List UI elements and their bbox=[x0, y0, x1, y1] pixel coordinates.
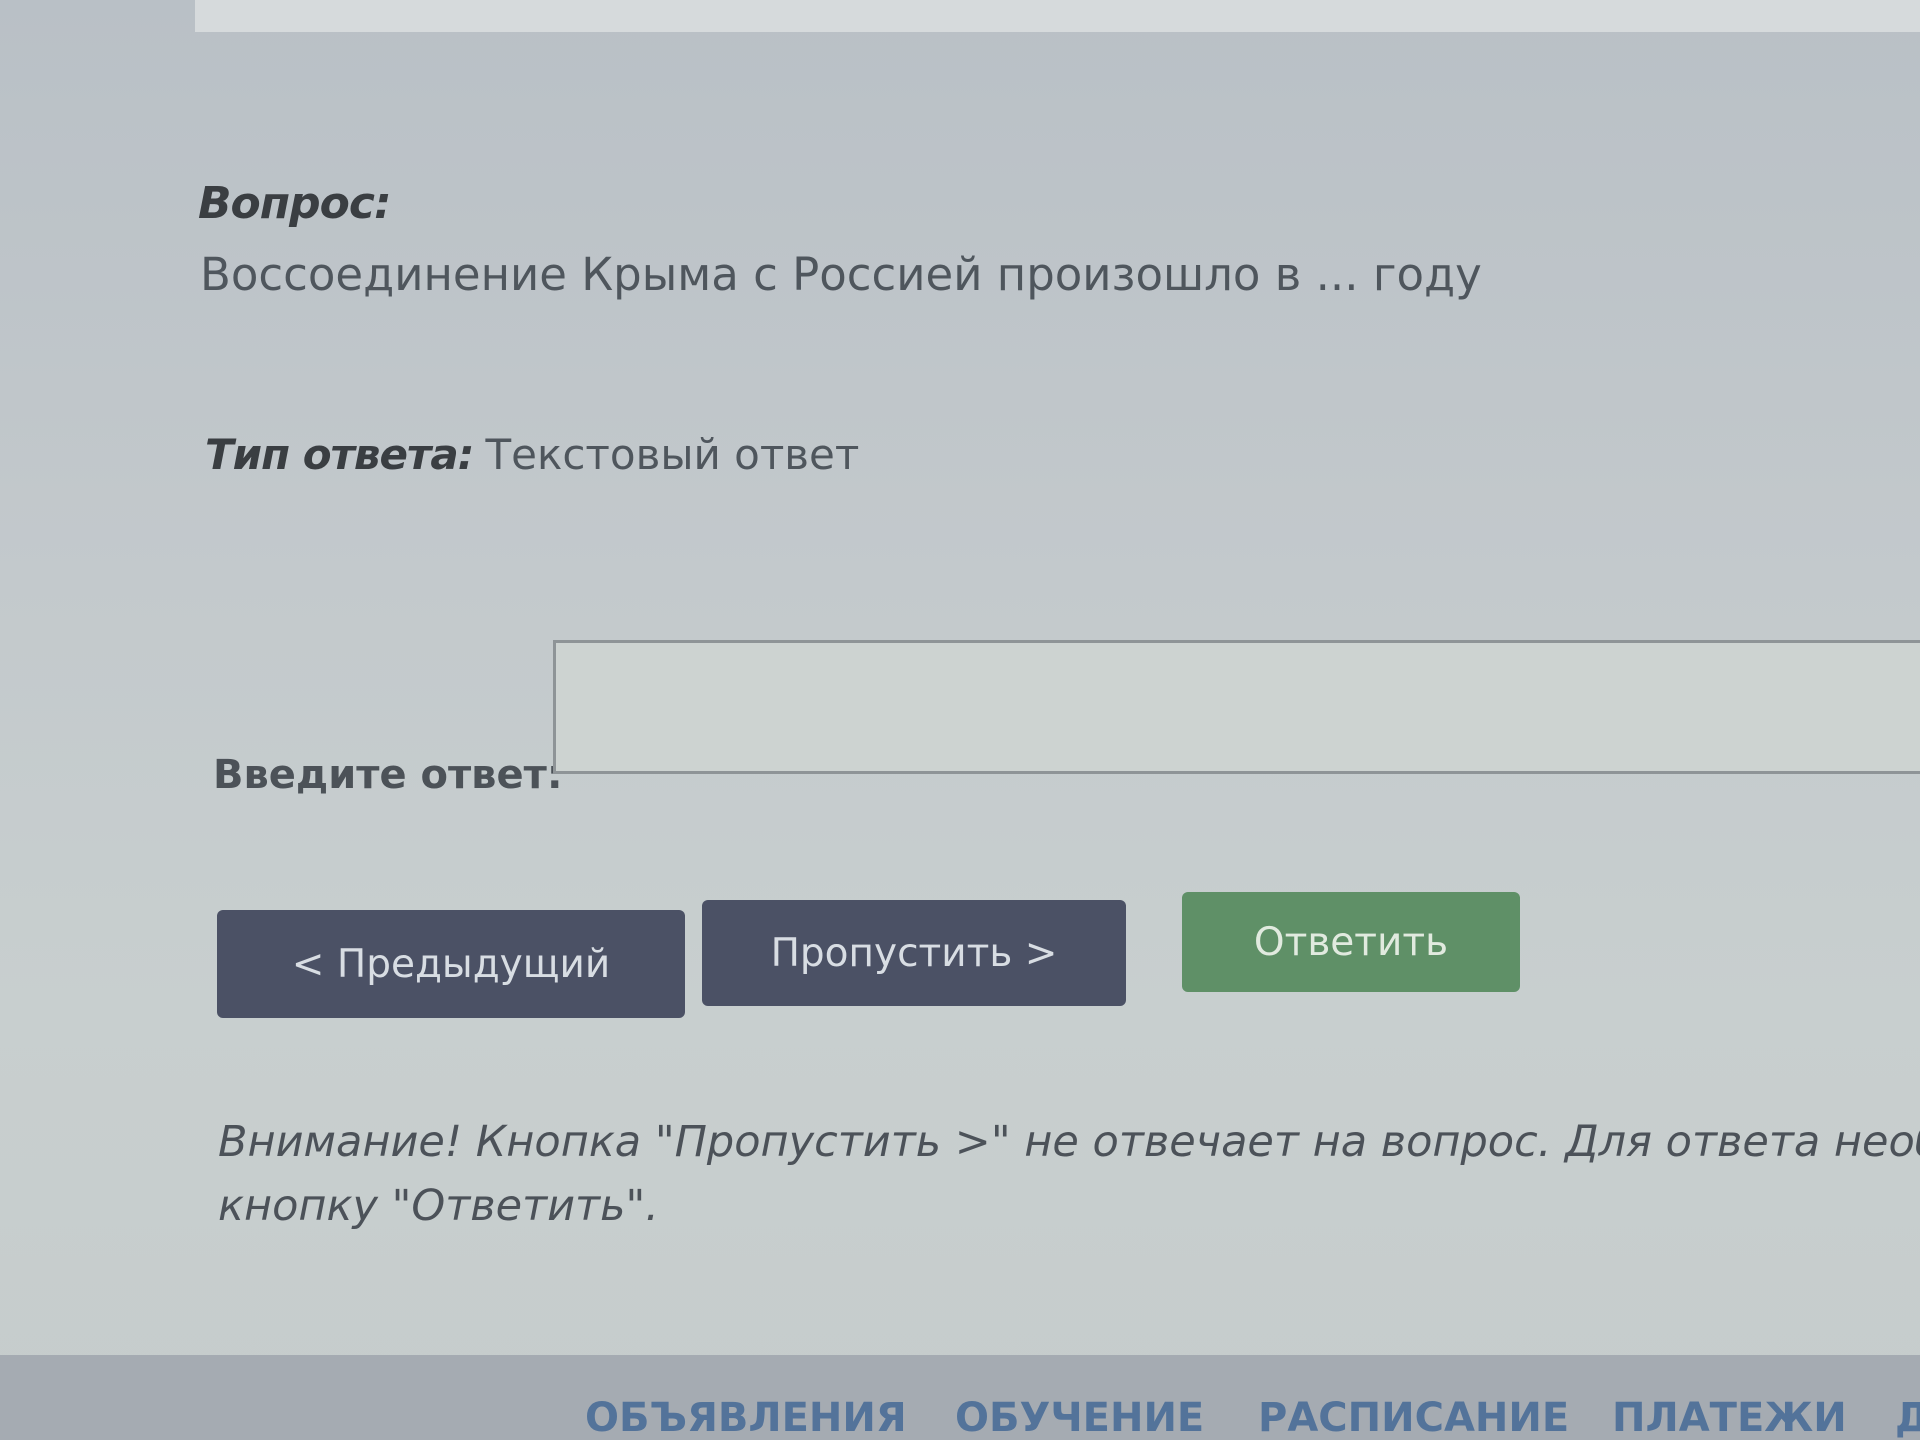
nav-item-learning[interactable]: ОБУЧЕНИЕ bbox=[955, 1395, 1204, 1440]
answer-input[interactable] bbox=[553, 640, 1920, 774]
answer-type-value: Текстовый ответ bbox=[485, 430, 860, 479]
skip-button[interactable]: Пропустить > bbox=[702, 900, 1126, 1006]
top-content-strip bbox=[195, 0, 1920, 32]
previous-button[interactable]: < Предыдущий bbox=[217, 910, 685, 1018]
notice-line-1: Внимание! Кнопка "Пропустить >" не отвеч… bbox=[218, 1117, 1920, 1167]
bottom-nav: ОБЪЯВЛЕНИЯ ОБУЧЕНИЕ РАСПИСАНИЕ ПЛАТЕЖИ Д bbox=[0, 1355, 1920, 1440]
question-label: Вопрос: bbox=[198, 178, 392, 229]
quiz-page: Вопрос: Воссоединение Крыма с Россией пр… bbox=[0, 0, 1920, 1440]
notice-line-2: кнопку "Ответить". bbox=[218, 1181, 659, 1231]
answer-type-label: Тип ответа: bbox=[205, 430, 474, 479]
nav-item-truncated[interactable]: Д bbox=[1895, 1395, 1920, 1440]
answer-field-label: Введите ответ: bbox=[213, 752, 563, 798]
answer-button[interactable]: Ответить bbox=[1182, 892, 1520, 992]
answer-type: Тип ответа: Текстовый ответ bbox=[205, 430, 859, 479]
skip-warning-notice: Внимание! Кнопка "Пропустить >" не отвеч… bbox=[218, 1110, 1920, 1238]
nav-item-announcements[interactable]: ОБЪЯВЛЕНИЯ bbox=[585, 1395, 907, 1440]
question-text: Воссоединение Крыма с Россией произошло … bbox=[200, 248, 1482, 301]
nav-item-payments[interactable]: ПЛАТЕЖИ bbox=[1612, 1395, 1847, 1440]
nav-item-schedule[interactable]: РАСПИСАНИЕ bbox=[1258, 1395, 1569, 1440]
